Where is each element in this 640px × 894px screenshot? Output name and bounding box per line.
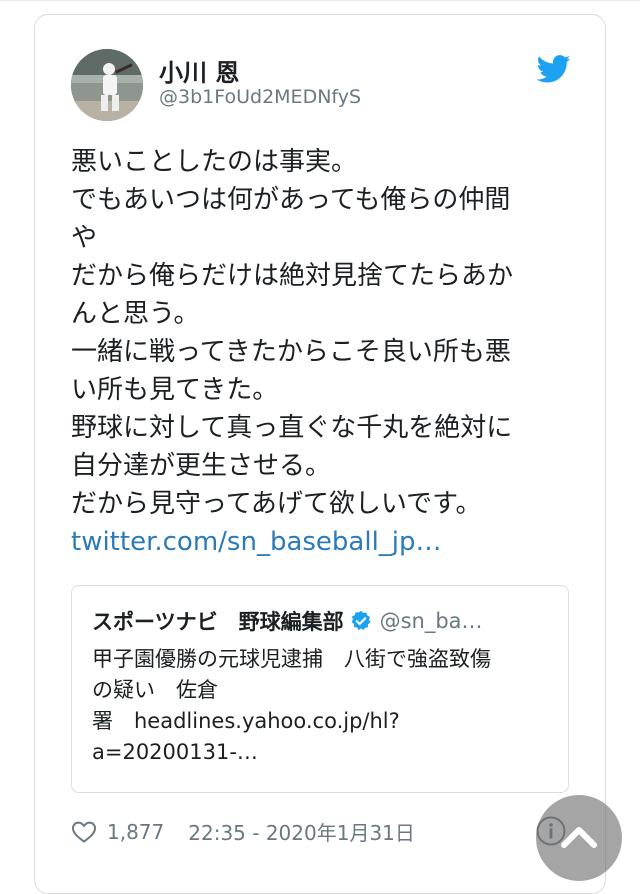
quoted-tweet-handle: @sn_ba… (379, 609, 483, 633)
quoted-tweet-body: 甲子園優勝の元球児逮捕 八街で強盗致傷 の疑い 佐倉 署 headlines.y… (92, 644, 562, 768)
tweet-line: 一緒に戦ってきたからこそ良い所も悪 (71, 337, 511, 367)
tweet-line: 野球に対して真っ直ぐな千丸を絶対に (71, 413, 513, 443)
display-name[interactable]: 小川 恩 (159, 53, 239, 88)
user-handle[interactable]: @3b1FoUd2MEDNfyS (159, 86, 361, 108)
quoted-tweet-line: の疑い 佐倉 (92, 678, 218, 702)
tweet-link[interactable]: twitter.com/sn_baseball_jp… (71, 523, 591, 561)
tweet-card: 小川 恩 @3b1FoUd2MEDNfyS 悪いことしたのは事実。 でもあいつは… (34, 14, 606, 894)
avatar[interactable] (71, 49, 143, 121)
tweet-line: や (71, 223, 98, 253)
heart-icon[interactable] (71, 820, 97, 844)
tweet-line: でもあいつは何があっても俺らの仲間 (71, 185, 511, 215)
tweet-line: い所も見てきた。 (71, 375, 279, 405)
tweet-footer: 1,877 22:35 - 2020年1月31日 (71, 817, 415, 846)
quoted-tweet-header: スポーツナビ 野球編集部 @sn_ba… (92, 606, 483, 636)
like-count[interactable]: 1,877 (107, 820, 164, 844)
quoted-tweet[interactable]: スポーツナビ 野球編集部 @sn_ba… 甲子園優勝の元球児逮捕 八街で強盗致傷… (71, 585, 569, 793)
verified-badge-icon (351, 610, 370, 631)
twitter-bird-icon[interactable] (537, 55, 571, 83)
tweet-line: 悪いことしたのは事実。 (71, 147, 358, 177)
quoted-tweet-name: スポーツナビ 野球編集部 (92, 610, 344, 634)
tweet-line: 自分達が更生させる。 (71, 451, 332, 481)
scroll-to-top-button[interactable] (536, 795, 622, 881)
tweet-line: んと思う。 (71, 299, 200, 329)
quoted-tweet-line: 甲子園優勝の元球児逮捕 八街で強盗致傷 (92, 647, 491, 671)
chevron-up-icon (561, 827, 597, 848)
tweet-line: だから俺らだけは絶対見捨てたらあか (71, 261, 514, 291)
tweet-body: 悪いことしたのは事実。 でもあいつは何があっても俺らの仲間 や だから俺らだけは… (71, 143, 591, 561)
quoted-tweet-line: 署 headlines.yahoo.co.jp/hl? (92, 709, 400, 733)
tweet-line: だから見守ってあげて欲しいです。 (71, 489, 482, 519)
top-divider (0, 0, 640, 1)
tweet-timestamp[interactable]: 22:35 - 2020年1月31日 (188, 817, 415, 846)
quoted-tweet-line: a=20200131-… (92, 740, 258, 764)
